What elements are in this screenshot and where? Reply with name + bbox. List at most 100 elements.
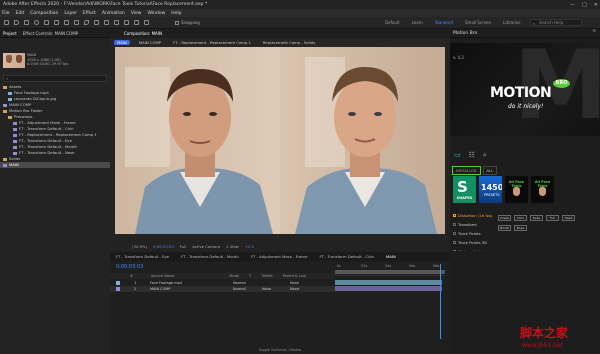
preset-button-nose[interactable]: Nose [514,225,527,231]
brush-tool-icon[interactable] [104,20,109,25]
timeline-timecode[interactable]: 0;00;03;03 [116,264,143,270]
preset-button-chin[interactable]: Chin [514,215,527,221]
comp-tab-main[interactable]: MAIN [114,40,130,45]
comp-icon [13,121,17,125]
camera-tool-icon[interactable] [54,20,59,25]
close-button[interactable]: ✕ [594,2,598,8]
composition-canvas[interactable] [115,47,445,234]
preset-pack-card[interactable]: All Face Tools [531,176,554,203]
menu-animation[interactable]: Animation [102,11,125,16]
preset-button-mouth[interactable]: Mouth [498,225,511,231]
menu-window[interactable]: Window [148,11,166,16]
timeline-layer-row[interactable]: 2 MAIN COMP Normal None None [110,286,335,292]
rotation-tool-icon[interactable] [44,20,49,25]
grid-icon[interactable]: ☷ [469,151,475,161]
menu-view[interactable]: View [131,11,142,16]
puppet-pin-tool-icon[interactable] [144,20,149,25]
project-item-label: MAIN [9,162,19,167]
menu-help[interactable]: Help [171,11,181,16]
preset-pack-card[interactable]: 1450 PRESETS [479,176,502,203]
category-checkbox[interactable] [453,214,456,217]
work-area-bar[interactable] [335,270,445,274]
preset-button-eyes[interactable]: Eyes [530,215,543,221]
zoom-tool-icon[interactable] [34,20,39,25]
viewer-timecode[interactable]: 0;00;03;03 [153,244,174,249]
workspace-small-screen[interactable]: Small Screen [465,20,491,25]
category-item[interactable]: Track Points 3D [453,238,501,247]
views-dropdown[interactable]: 1 View [226,244,239,249]
category-checkbox[interactable] [453,241,456,244]
pen-tool-icon[interactable] [84,20,89,25]
category-checkbox[interactable] [453,223,456,226]
layer-label-color[interactable] [116,281,120,285]
tab-all[interactable]: ALL [482,166,498,175]
layer-duration-bar[interactable] [335,280,442,285]
rectangle-tool-icon[interactable] [74,20,79,25]
home-tool-icon[interactable] [4,20,9,25]
pan-behind-tool-icon[interactable] [64,20,69,25]
workspace-standard[interactable]: Standard [435,20,453,25]
logo-badge: BRO [553,79,570,88]
menu-composition[interactable]: Composition [30,11,58,16]
preset-button-full[interactable]: Full [546,215,559,221]
camera-dropdown[interactable]: Active Camera [192,244,220,249]
tab-installed[interactable]: INSTALLED [452,166,481,175]
layer-label-color[interactable] [116,287,120,291]
preset-pack-card[interactable]: All Face Tools [505,176,528,203]
project-list-item[interactable]: MAIN [0,162,110,168]
layer-mode-dropdown[interactable]: Normal [233,286,246,292]
comp-tab-solids[interactable]: Replacement Comp - Solids [260,40,318,45]
zoom-dropdown[interactable]: (34.9%) [132,244,147,249]
timeline-tab-mouth[interactable]: FT - Transform Default - Mouth [181,254,239,259]
workspace-libraries[interactable]: Libraries [503,20,520,25]
category-label: Track Points 3D [458,240,488,245]
eraser-tool-icon[interactable] [124,20,129,25]
category-item[interactable]: Transform [453,220,501,229]
search-icon[interactable]: ⌕ [483,151,487,161]
selection-tool-icon[interactable] [14,20,19,25]
timeline-tab-chin[interactable]: FT - Transform Default - Chin [319,254,374,259]
layer-parent-dropdown[interactable]: None [290,286,299,292]
playhead[interactable] [440,264,441,339]
toggle-switches-modes[interactable]: Toggle Switches / Modes [110,347,450,354]
category-item[interactable]: Distortion (16 fps) [453,211,501,220]
folder-icon[interactable]: ▭ [454,151,461,161]
comp-tab-replacement-comp[interactable]: FT - Replacement - Replacement Comp 1 [170,40,254,45]
preset-button-cheek[interactable]: Cheek [498,215,511,221]
layer-duration-bar[interactable] [335,286,442,291]
menu-layer[interactable]: Layer [64,11,77,16]
search-help-input[interactable]: ⌕ Search Help [530,19,582,26]
tab-project[interactable]: Project [3,31,17,36]
workspace-default[interactable]: Default [385,20,400,25]
preset-button-head[interactable]: Head [562,215,575,221]
layer-name[interactable]: MAIN COMP [150,286,171,292]
tab-composition[interactable]: Composition: MAIN [124,31,162,36]
clone-stamp-tool-icon[interactable] [114,20,119,25]
category-item[interactable]: Track Points [453,229,501,238]
workspace-learn[interactable]: Learn [412,20,423,25]
menu-file[interactable]: File [2,11,10,16]
hand-tool-icon[interactable] [24,20,29,25]
project-search-input[interactable]: ⌕ [3,75,107,82]
snapping-checkbox[interactable] [175,20,179,25]
resolution-dropdown[interactable]: Full [180,244,187,249]
category-checkbox[interactable] [453,232,456,235]
preset-pack-card[interactable]: S SHAPES [453,176,476,203]
menu-edit[interactable]: Edit [16,11,25,16]
comp-tab-main-comp[interactable]: MAIN COMP [136,40,164,45]
timeline-tab-main[interactable]: MAIN [386,254,396,259]
footage-icon [8,91,12,95]
motion-bro-title: Motion Bro [450,29,600,38]
tab-effect-controls[interactable]: Effect Controls: MAIN COMP [23,31,78,36]
timeline-tab-eye[interactable]: FT - Transform Default - Eye [116,254,169,259]
maximize-button[interactable]: □ [582,2,587,8]
timeline-tab-frame[interactable]: FT - Adjustment Mask - Frame [251,254,308,259]
panel-menu-icon[interactable]: ≡ [592,29,596,34]
layer-trkmat-dropdown[interactable]: None [262,286,271,292]
menu-effect[interactable]: Effect [83,11,96,16]
roto-brush-tool-icon[interactable] [134,20,139,25]
minimize-button[interactable]: — [570,2,575,8]
type-tool-icon[interactable] [94,20,99,25]
snapping-toggle[interactable]: Snapping [175,20,200,25]
exposure-value[interactable]: +0.0 [245,244,254,249]
